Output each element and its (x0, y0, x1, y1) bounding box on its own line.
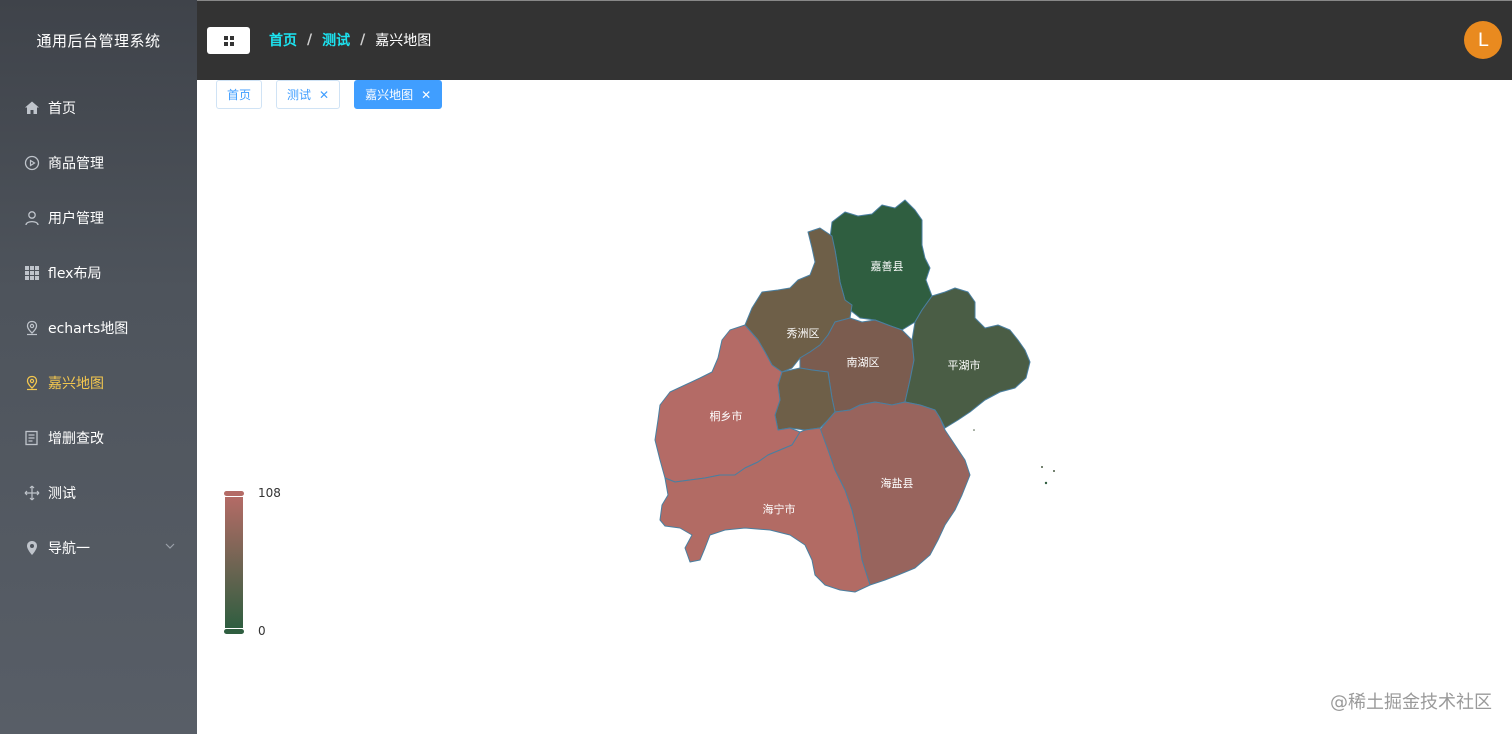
sidebar-item-label: 测试 (48, 485, 76, 502)
location-icon (24, 540, 40, 556)
region-xiuzhou-south[interactable] (774, 367, 836, 431)
region-label-haiyan: 海盐县 (881, 476, 914, 490)
sidebar-menu: 首页 商品管理 用户管理 flex布局 echarts地图 嘉兴地图 增删查改 … (0, 80, 197, 575)
collapse-menu-button[interactable] (207, 27, 250, 54)
breadcrumb-separator: / (307, 32, 313, 48)
close-icon[interactable]: ✕ (319, 88, 329, 102)
region-label-pinghu: 平湖市 (948, 358, 981, 372)
visual-map-handle-top[interactable] (224, 491, 244, 496)
breadcrumb-item-current: 嘉兴地图 (375, 33, 432, 49)
top-header: 首页 / 测试 / 嘉兴地图 L (197, 0, 1512, 80)
breadcrumb-separator: / (360, 32, 366, 48)
tag-jiaxing-map[interactable]: 嘉兴地图 ✕ (354, 80, 443, 109)
tag-label: 首页 (227, 88, 252, 102)
visual-map-min-label: 0 (258, 624, 266, 638)
sidebar-item-test[interactable]: 测试 (0, 465, 197, 520)
sidebar-item-flex[interactable]: flex布局 (0, 245, 197, 300)
island-dot (1044, 481, 1048, 485)
sidebar-item-products[interactable]: 商品管理 (0, 135, 197, 190)
map-pin-outline-icon (24, 375, 40, 391)
jiaxing-map: 嘉善县 秀洲区 南湖区 平湖市 桐乡市 海盐县 海宁市 (654, 199, 1055, 593)
breadcrumb-item-home[interactable]: 首页 (269, 30, 297, 50)
chevron-down-icon (165, 543, 175, 549)
tag-label: 嘉兴地图 (365, 88, 414, 102)
island-dot (1041, 466, 1043, 468)
sidebar-item-crud[interactable]: 增删查改 (0, 410, 197, 465)
menu-grid-icon (223, 35, 234, 46)
map-pin-outline-icon (24, 320, 40, 336)
sidebar-item-nav-one[interactable]: 导航一 (0, 520, 197, 575)
home-icon (24, 100, 40, 116)
grid-icon (24, 265, 40, 281)
play-circle-icon (24, 155, 40, 171)
watermark: @稀土掘金技术社区 (1330, 692, 1492, 713)
tag-label: 测试 (287, 88, 312, 102)
sidebar-item-echarts-map[interactable]: echarts地图 (0, 300, 197, 355)
sidebar-item-label: 导航一 (48, 540, 90, 557)
tag-home[interactable]: 首页 (216, 80, 263, 109)
visual-map-max-label: 108 (258, 486, 281, 500)
sidebar-item-label: 增删查改 (48, 430, 104, 447)
region-label-nanhu: 南湖区 (847, 356, 880, 369)
map-container: 嘉善县 秀洲区 南湖区 平湖市 桐乡市 海盐县 海宁市 (197, 120, 1512, 734)
sidebar-item-label: 嘉兴地图 (48, 375, 104, 392)
tags-bar: 首页 测试 ✕ 嘉兴地图 ✕ (216, 80, 456, 109)
sidebar-item-home[interactable]: 首页 (0, 80, 197, 135)
region-label-jiashan: 嘉善县 (871, 259, 904, 273)
region-label-tongxiang: 桐乡市 (710, 409, 743, 423)
close-icon[interactable]: ✕ (421, 88, 431, 102)
sidebar-item-label: echarts地图 (48, 320, 129, 337)
sidebar-item-label: 商品管理 (48, 155, 104, 172)
avatar[interactable]: L (1464, 21, 1502, 59)
sidebar-item-label: 首页 (48, 100, 76, 117)
island-dot (1053, 470, 1055, 472)
sidebar-item-jiaxing-map[interactable]: 嘉兴地图 (0, 355, 197, 410)
breadcrumb-item-test[interactable]: 测试 (322, 30, 350, 50)
visual-map-bar (225, 497, 243, 628)
tag-test[interactable]: 测试 ✕ (276, 80, 341, 109)
user-icon (24, 210, 40, 226)
sidebar-item-label: flex布局 (48, 265, 102, 282)
visual-map-legend[interactable] (224, 491, 244, 634)
document-icon (24, 430, 40, 446)
region-label-haining: 海宁市 (763, 502, 796, 516)
app-title: 通用后台管理系统 (36, 31, 161, 50)
sidebar-item-users[interactable]: 用户管理 (0, 190, 197, 245)
island-dot (973, 429, 975, 431)
breadcrumb: 首页 / 测试 / 嘉兴地图 (269, 30, 431, 50)
sidebar: 通用后台管理系统 首页 商品管理 用户管理 flex布局 echarts地图 嘉… (0, 0, 197, 734)
visual-map-handle-bottom[interactable] (224, 629, 244, 634)
sidebar-item-label: 用户管理 (48, 210, 104, 227)
region-label-xiuzhou: 秀洲区 (787, 327, 820, 340)
move-icon (24, 485, 40, 501)
